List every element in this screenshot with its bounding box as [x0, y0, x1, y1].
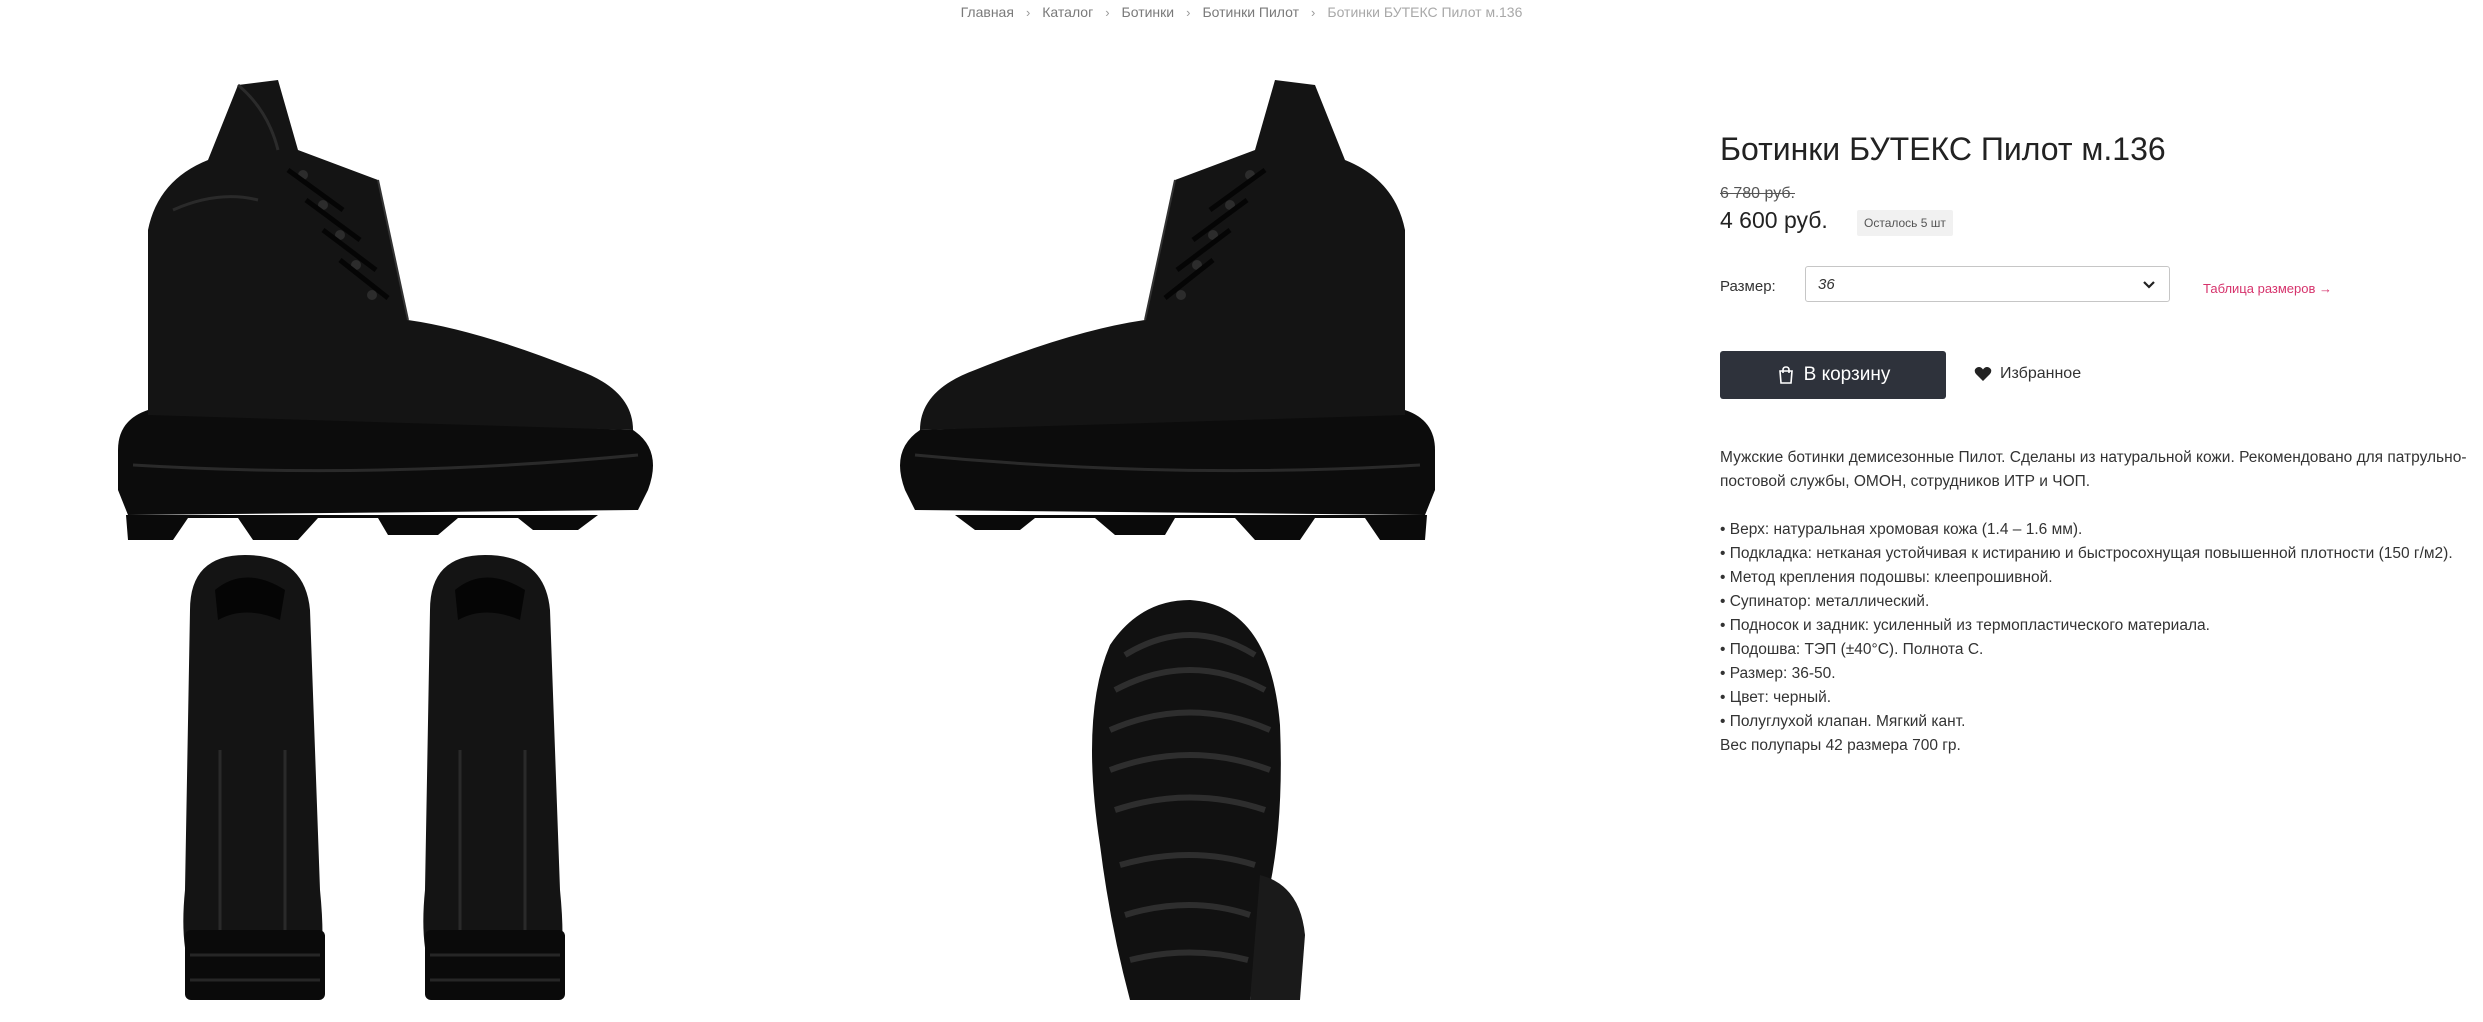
breadcrumb-catalog[interactable]: Каталог	[1042, 4, 1093, 20]
boot-sole-image	[1092, 600, 1305, 1000]
current-price: 4 600 руб.	[1720, 207, 1828, 233]
breadcrumb-home[interactable]: Главная	[961, 4, 1014, 20]
add-to-cart-button[interactable]: В корзину	[1720, 351, 1946, 399]
breadcrumb-pilot-boots[interactable]: Ботинки Пилот	[1202, 4, 1299, 20]
favorite-button[interactable]: Избранное	[1974, 365, 2081, 383]
boot-side-image	[118, 80, 653, 540]
chevron-right-icon: ›	[1186, 4, 1191, 20]
feature-item: • Подкладка: нетканая устойчивая к истир…	[1720, 545, 2453, 562]
size-select-value: 36	[1818, 275, 1835, 293]
product-photo-side-left[interactable]	[78, 70, 658, 540]
size-label: Размер:	[1720, 278, 1776, 295]
chevron-right-icon: ›	[1311, 4, 1316, 20]
weight-note: Вес полупары 42 размера 700 гр.	[1720, 737, 1961, 754]
heart-icon	[1974, 367, 1992, 381]
feature-item: • Верх: натуральная хромовая кожа (1.4 –…	[1720, 521, 2083, 538]
breadcrumb-boots[interactable]: Ботинки	[1122, 4, 1175, 20]
feature-item: • Полуглухой клапан. Мягкий кант.	[1720, 713, 1966, 730]
chevron-right-icon: ›	[1105, 4, 1110, 20]
boot-side-mirror-image	[900, 80, 1435, 540]
feature-item: • Подошва: ТЭП (±40°С). Полнота С.	[1720, 641, 1984, 658]
description-intro: Мужские ботинки демисезонные Пилот. Сдел…	[1720, 449, 2467, 490]
shopping-bag-icon	[1778, 366, 1793, 384]
feature-item: • Размер: 36-50.	[1720, 665, 1836, 682]
product-description: Мужские ботинки демисезонные Пилот. Сдел…	[1720, 446, 2480, 758]
size-table-link[interactable]: Таблица размеров →	[2203, 281, 2332, 296]
chevron-right-icon: ›	[1025, 4, 1031, 20]
product-title: Ботинки БУТЕКС Пилот м.136	[1720, 131, 2166, 168]
boot-back-pair-image	[183, 555, 565, 1000]
feature-item: • Супинатор: металлический.	[1720, 593, 1930, 610]
product-photo-sole[interactable]	[1070, 595, 1310, 1005]
feature-item: • Цвет: черный.	[1720, 689, 1832, 706]
breadcrumb-current: Ботинки БУТЕКС Пилот м.136	[1327, 4, 1523, 20]
add-to-cart-label: В корзину	[1803, 364, 1891, 385]
product-photo-back-pair[interactable]	[160, 550, 595, 1010]
stock-badge: Осталось 5 шт	[1857, 210, 1953, 236]
chevron-down-icon	[2143, 281, 2155, 289]
favorite-label: Избранное	[2000, 365, 2082, 382]
breadcrumb: Главная › Каталог › Ботинки › Ботинки Пи…	[0, 4, 2483, 20]
product-photo-side-right[interactable]	[895, 70, 1475, 540]
size-select[interactable]: 36	[1805, 266, 2170, 302]
old-price: 6 780 руб.	[1720, 185, 1795, 202]
feature-item: • Метод крепления подошвы: клеепрошивной…	[1720, 569, 2053, 586]
feature-item: • Подносок и задник: усиленный из термоп…	[1720, 617, 2210, 634]
